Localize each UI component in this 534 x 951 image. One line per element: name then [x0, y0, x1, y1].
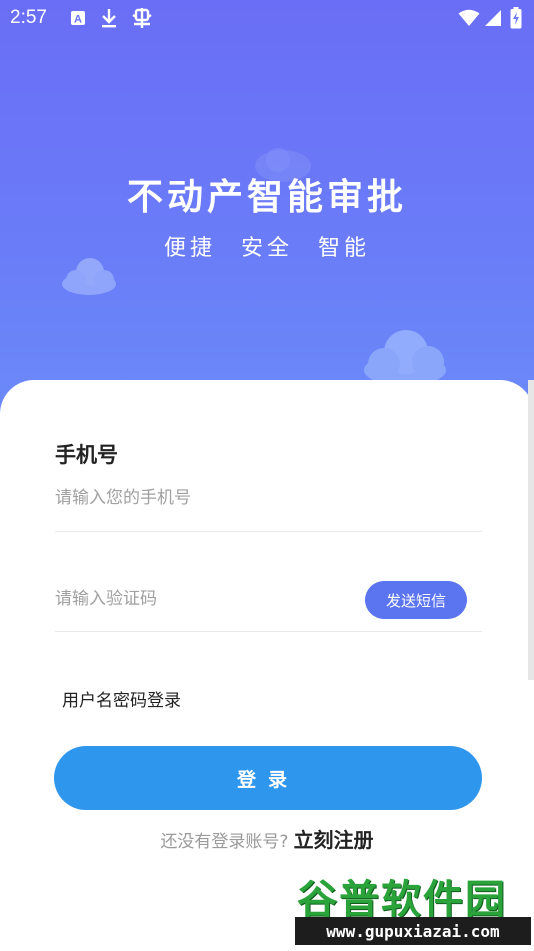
- app-subtitle: 便捷 安全 智能: [164, 236, 370, 261]
- phone-label: 手机号: [55, 443, 118, 467]
- username-password-login-link[interactable]: 用户名密码登录: [62, 686, 181, 711]
- a-badge-icon: A: [70, 6, 86, 30]
- register-link[interactable]: 立刻注册: [294, 828, 374, 852]
- status-time: 2:57: [10, 7, 47, 28]
- register-row: 还没有登录账号? 立刻注册: [0, 824, 534, 853]
- hero-banner: 2:57 A 不动产智能审批 便捷 安全 智能: [0, 0, 534, 440]
- watermark-url: www.gupuxiazai.com: [295, 917, 531, 945]
- wifi-icon: [458, 6, 480, 30]
- status-bar: 2:57 A: [0, 0, 534, 36]
- cloud-icon: [364, 330, 446, 386]
- scrollbar[interactable]: [528, 380, 534, 680]
- code-input[interactable]: [55, 585, 355, 613]
- battery-charging-icon: [510, 6, 522, 30]
- bug-icon: [130, 6, 154, 30]
- watermark: 谷普软件园 www.gupuxiazai.com: [291, 865, 534, 951]
- download-icon: [100, 6, 118, 30]
- send-sms-button[interactable]: 发送短信: [365, 581, 467, 619]
- register-prompt: 还没有登录账号?: [160, 832, 289, 852]
- phone-divider: [55, 531, 482, 532]
- app-title: 不动产智能审批: [126, 177, 407, 218]
- svg-text:A: A: [74, 14, 82, 26]
- login-button[interactable]: 登录: [54, 746, 482, 810]
- signal-icon: [484, 6, 502, 30]
- phone-input[interactable]: [55, 484, 475, 512]
- code-divider: [55, 631, 482, 632]
